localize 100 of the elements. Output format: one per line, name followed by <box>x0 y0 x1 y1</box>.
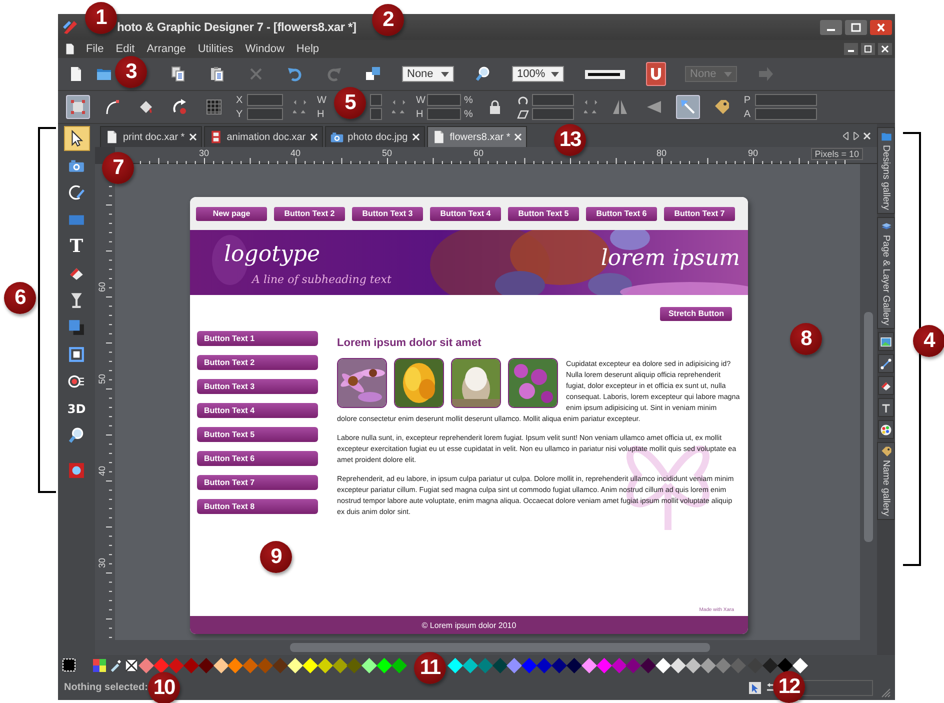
restore-icon[interactable] <box>861 43 875 55</box>
input-field[interactable] <box>370 94 382 106</box>
input-field[interactable] <box>370 108 382 120</box>
colour-swatch[interactable] <box>686 658 701 672</box>
colour-swatch[interactable] <box>272 658 288 672</box>
no-colour-icon[interactable] <box>125 658 138 672</box>
colour-swatch[interactable] <box>139 658 154 672</box>
colour-swatch[interactable] <box>318 658 332 672</box>
colour-swatch[interactable] <box>377 658 392 672</box>
side-button[interactable]: Button Text 8 <box>197 499 318 514</box>
colour-swatch[interactable] <box>522 658 537 672</box>
input-field[interactable] <box>532 94 574 106</box>
input-field[interactable] <box>247 94 283 106</box>
close-icon[interactable] <box>514 133 522 141</box>
document-tab[interactable]: flowers8.xar * <box>426 126 528 147</box>
nav-button[interactable]: Button Text 4 <box>430 206 501 220</box>
image-gallery-button[interactable] <box>878 332 894 352</box>
extrude-tool[interactable]: 3D <box>64 396 90 421</box>
colour-swatch[interactable] <box>778 658 793 672</box>
colour-swatch[interactable] <box>656 658 671 672</box>
menu-item[interactable]: Arrange <box>146 43 186 55</box>
close-icon[interactable] <box>870 20 892 34</box>
fill-bucket-gallery-button[interactable] <box>878 376 894 396</box>
input-field[interactable] <box>532 108 574 120</box>
menu-item[interactable]: Window <box>245 43 284 55</box>
side-button[interactable]: Button Text 1 <box>197 331 318 346</box>
close-icon[interactable] <box>412 133 420 141</box>
colour-swatch[interactable] <box>507 658 522 672</box>
colour-swatch[interactable] <box>641 658 656 672</box>
scroll-right-icon[interactable] <box>853 132 859 140</box>
colour-swatch[interactable] <box>792 658 808 672</box>
nav-button[interactable]: Button Text 7 <box>664 206 735 220</box>
scrollbar[interactable] <box>860 164 877 640</box>
nav-button[interactable]: Button Text 2 <box>274 206 345 220</box>
colour-swatch[interactable] <box>730 658 746 672</box>
nav-button[interactable]: Button Text 5 <box>508 206 579 220</box>
colour-swatch[interactable] <box>332 658 348 672</box>
document-tab[interactable]: print doc.xar * <box>100 126 202 147</box>
colour-swatch[interactable] <box>582 658 596 672</box>
input-field[interactable] <box>247 108 283 120</box>
nav-button[interactable]: Button Text 3 <box>352 206 423 220</box>
colour-swatch[interactable] <box>228 658 244 672</box>
colour-swatch[interactable] <box>492 658 508 672</box>
menu-item[interactable]: Help <box>296 43 320 55</box>
scroll-left-icon[interactable] <box>843 132 849 140</box>
scrollbar[interactable] <box>95 640 877 655</box>
colour-swatch[interactable] <box>626 658 642 672</box>
colour-swatch[interactable] <box>763 658 778 672</box>
document-tab[interactable]: photo doc.jpg <box>324 126 425 147</box>
colour-swatch[interactable] <box>537 658 552 672</box>
maximize-icon[interactable] <box>845 20 867 34</box>
select-inside-button[interactable] <box>66 95 90 119</box>
input-field[interactable] <box>427 94 461 106</box>
colour-swatch[interactable] <box>670 658 686 672</box>
menu-item[interactable]: Utilities <box>198 43 234 55</box>
colour-swatch[interactable] <box>168 658 184 672</box>
colour-swatch[interactable] <box>347 658 362 672</box>
colour-swatch[interactable] <box>392 658 407 672</box>
colour-swatch[interactable] <box>362 658 377 672</box>
colour-swatch[interactable] <box>478 658 492 672</box>
colour-swatch[interactable] <box>552 658 567 672</box>
minimize-icon[interactable] <box>844 43 858 55</box>
gallery-tab[interactable]: Designs gallery <box>877 127 895 214</box>
colour-swatch[interactable] <box>462 658 478 672</box>
colour-swatch[interactable] <box>596 658 612 672</box>
input-field[interactable] <box>754 108 817 120</box>
colour-wheel-gallery-button[interactable] <box>878 420 894 440</box>
stretch-button[interactable]: Stretch Button <box>660 307 732 321</box>
dropdown[interactable]: None <box>402 66 454 82</box>
colour-swatch[interactable] <box>288 658 303 672</box>
side-button[interactable]: Button Text 4 <box>197 403 318 418</box>
close-icon[interactable] <box>863 132 871 140</box>
dropdown[interactable]: 100% <box>512 66 564 82</box>
colour-swatch[interactable] <box>243 658 258 672</box>
side-button[interactable]: Button Text 7 <box>197 475 318 490</box>
colour-swatch[interactable] <box>748 658 764 672</box>
close-icon[interactable] <box>188 133 197 141</box>
nav-button[interactable]: Button Text 6 <box>586 206 657 220</box>
colour-swatch[interactable] <box>566 658 582 672</box>
input-field[interactable] <box>754 94 817 106</box>
colour-swatch[interactable] <box>198 658 214 672</box>
side-button[interactable]: Button Text 6 <box>197 451 318 466</box>
font-gallery-button[interactable] <box>878 398 894 418</box>
colour-swatch[interactable] <box>611 658 626 672</box>
magnet-button[interactable] <box>646 62 666 86</box>
colour-swatch[interactable] <box>302 658 318 672</box>
input-field[interactable] <box>427 108 461 120</box>
eyedropper-icon[interactable] <box>109 658 122 672</box>
scale-lines-button[interactable] <box>676 95 700 119</box>
colour-swatch[interactable] <box>448 658 463 672</box>
minimize-icon[interactable] <box>820 20 842 34</box>
close-icon[interactable] <box>310 133 318 141</box>
document-tab[interactable]: animation doc.xar <box>204 126 323 147</box>
menu-item[interactable]: Edit <box>116 43 135 55</box>
colour-swatch[interactable] <box>700 658 716 672</box>
arrow-pointer-tool[interactable] <box>64 126 90 151</box>
colour-swatch[interactable] <box>213 658 228 672</box>
resize-grip-icon[interactable] <box>881 688 891 698</box>
gallery-tab[interactable]: Page & Layer Gallery <box>877 216 895 330</box>
colour-swatch[interactable] <box>258 658 273 672</box>
